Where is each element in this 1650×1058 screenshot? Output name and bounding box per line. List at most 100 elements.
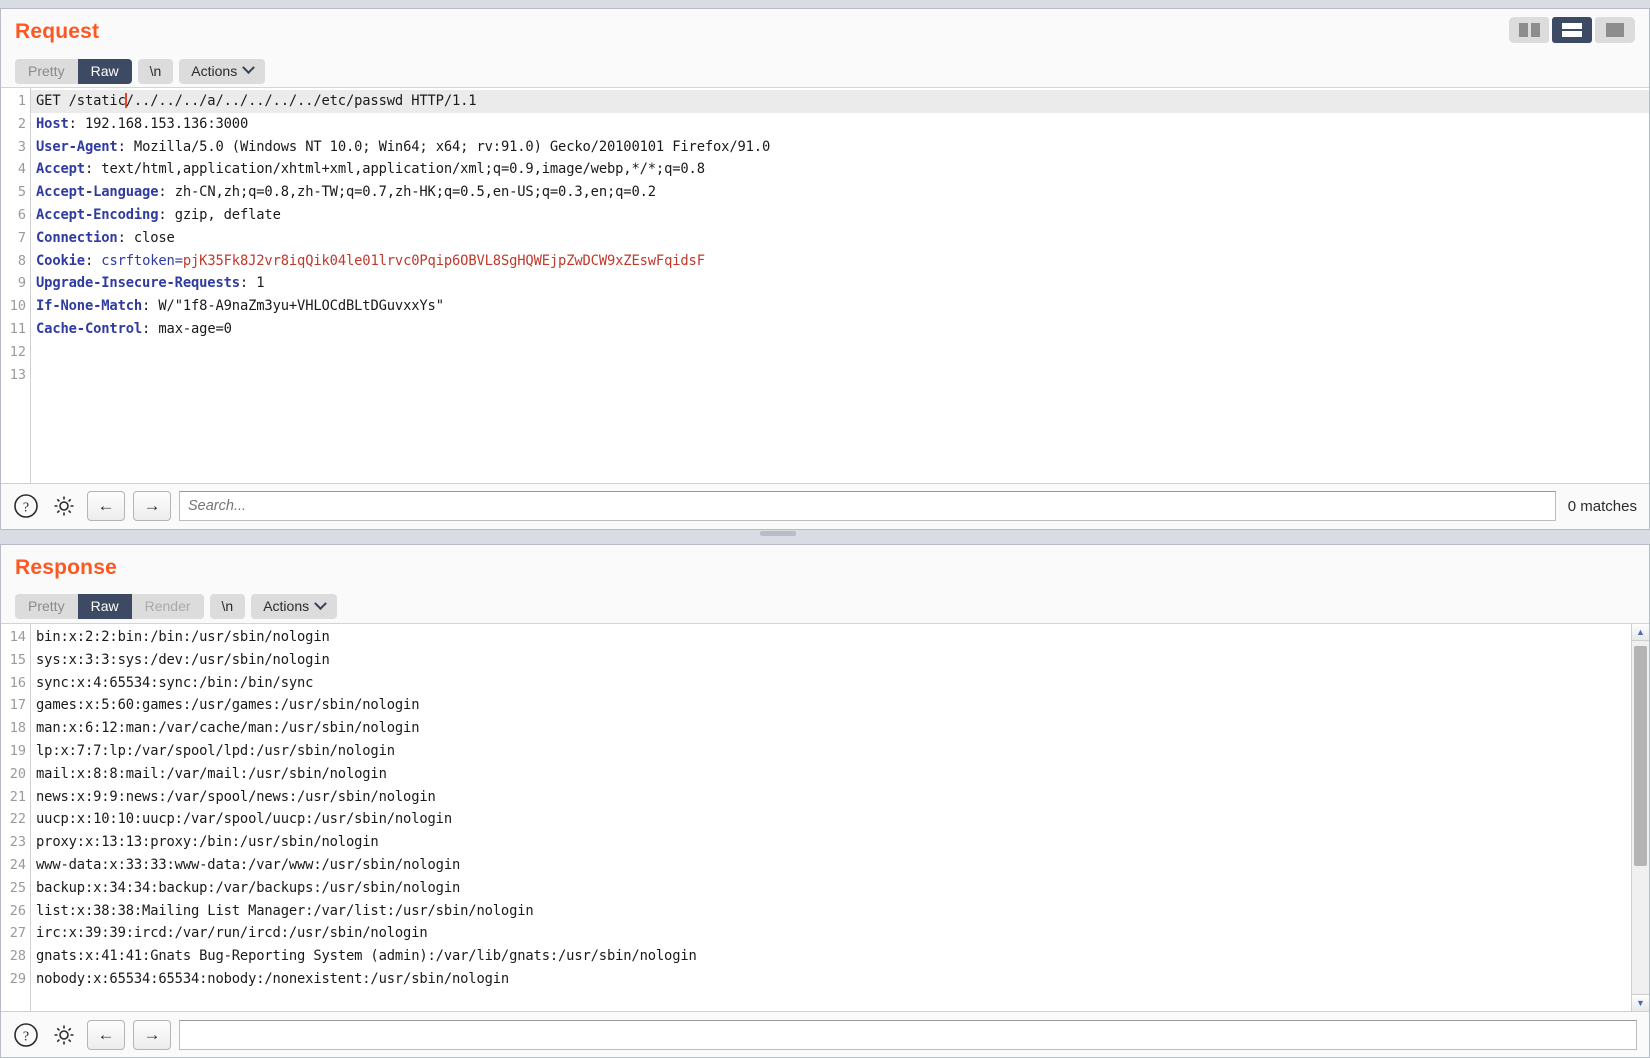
header-colon: : xyxy=(117,138,126,155)
header-colon: : xyxy=(239,275,249,292)
request-tab-raw[interactable]: Raw xyxy=(77,58,132,84)
header-name: Accept-Encoding xyxy=(36,206,159,223)
response-tab-pretty[interactable]: Pretty xyxy=(15,594,78,619)
request-header-line: Accept: text/html,application/xhtml+xml,… xyxy=(31,158,1649,181)
burp-repeater-window: Request Pretty Raw \n Actions 1 2 3 4 5 … xyxy=(0,0,1650,1058)
request-header-line: Host: 192.168.153.136:3000 xyxy=(31,113,1649,136)
line-number: 19 xyxy=(9,742,26,759)
response-editor[interactable]: 14 15 16 17 18 19 20 21 22 23 24 25 26 2… xyxy=(1,622,1649,1011)
response-actions-label: Actions xyxy=(263,598,310,615)
request-tabbar: Pretty Raw \n Actions xyxy=(1,55,1649,87)
request-header-line: User-Agent: Mozilla/5.0 (Windows NT 10.0… xyxy=(31,136,1649,159)
request-search-input[interactable] xyxy=(179,491,1556,522)
chevron-down-icon xyxy=(242,61,256,75)
response-panel-header: Response xyxy=(1,545,1649,591)
line-number: 6 xyxy=(17,206,26,223)
cookie-name: csrftoken= xyxy=(93,252,183,269)
scroll-down-arrow-icon[interactable]: ▼ xyxy=(1632,994,1649,1011)
request-header-line: Accept-Encoding: gzip, deflate xyxy=(31,204,1649,227)
line-number: 13 xyxy=(9,366,26,383)
request-header-line: Connection: close xyxy=(31,227,1649,250)
header-value: max-age=0 xyxy=(150,320,232,337)
request-line-gutter: 1 2 3 4 5 6 7 8 9 10 11 12 13 xyxy=(1,88,31,483)
panel-splitter[interactable] xyxy=(0,529,1650,538)
line-number: 12 xyxy=(9,343,26,360)
request-findbar: ? ← → 0 matches xyxy=(1,482,1649,529)
line-number: 23 xyxy=(9,834,26,851)
header-colon: : xyxy=(158,206,167,223)
header-name: Cache-Control xyxy=(36,320,143,337)
line-number: 14 xyxy=(9,628,26,645)
scrollbar-thumb[interactable] xyxy=(1634,645,1647,866)
chevron-down-icon xyxy=(314,597,327,610)
side-by-side-layout-button[interactable] xyxy=(1509,17,1549,43)
line-number: 16 xyxy=(9,674,26,691)
line-number: 4 xyxy=(17,161,26,178)
response-view-tabs: Pretty Raw Render xyxy=(15,594,204,620)
request-tab-pretty[interactable]: Pretty xyxy=(15,59,78,84)
header-value: gzip, deflate xyxy=(166,206,281,223)
response-actions-button[interactable]: Actions xyxy=(251,594,338,620)
header-value: W/"1f8-A9naZm3yu+VHLOCdBLtDGuvxxYs" xyxy=(150,298,444,315)
header-name: If-None-Match xyxy=(36,298,143,315)
response-line-gutter: 14 15 16 17 18 19 20 21 22 23 24 25 26 2… xyxy=(1,623,31,1011)
request-actions-button[interactable]: Actions xyxy=(179,58,266,84)
request-newline-toggle[interactable]: \n xyxy=(137,58,174,84)
header-value: 192.168.153.136:3000 xyxy=(76,115,249,132)
line-number: 26 xyxy=(9,902,26,919)
response-newline-toggle[interactable]: \n xyxy=(209,594,246,620)
gear-icon[interactable] xyxy=(49,1020,79,1050)
window-top-edge xyxy=(0,0,1650,4)
line-number: 5 xyxy=(17,184,26,201)
request-panel-header: Request xyxy=(1,9,1649,55)
header-value: zh-CN,zh;q=0.8,zh-TW;q=0.7,zh-HK;q=0.5,e… xyxy=(166,184,656,201)
single-pane-layout-button[interactable] xyxy=(1595,17,1635,43)
question-mark-icon[interactable]: ? xyxy=(11,491,41,521)
question-mark-icon[interactable]: ? xyxy=(11,1020,41,1050)
line-number: 9 xyxy=(17,275,26,292)
header-colon: : xyxy=(142,320,151,337)
response-search-input[interactable] xyxy=(179,1019,1637,1050)
svg-text:?: ? xyxy=(23,1029,29,1044)
response-tab-raw[interactable]: Raw xyxy=(77,594,132,620)
response-line: news:x:9:9:news:/var/spool/news:/usr/sbi… xyxy=(36,788,436,805)
request-match-count: 0 matches xyxy=(1567,497,1637,515)
layout-pane-icon xyxy=(1562,23,1582,29)
response-tab-render: Render xyxy=(144,598,191,615)
response-line: bin:x:2:2:bin:/bin:/usr/sbin/nologin xyxy=(36,628,330,645)
header-colon: : xyxy=(84,161,94,178)
request-code-area[interactable]: GET /static/../../../a/../../../../etc/p… xyxy=(31,88,1649,483)
line-number: 20 xyxy=(9,765,26,782)
request-header-line: Accept-Language: zh-CN,zh;q=0.8,zh-TW;q=… xyxy=(31,181,1649,204)
line-number: 27 xyxy=(9,925,26,942)
line-number: 8 xyxy=(17,252,26,269)
find-next-button[interactable]: → xyxy=(133,491,171,522)
splitter-grip[interactable] xyxy=(760,530,796,536)
line-number: 17 xyxy=(9,697,26,714)
response-line: lp:x:7:7:lp:/var/spool/lpd:/usr/sbin/nol… xyxy=(36,742,395,759)
response-title: Response xyxy=(15,555,117,579)
find-previous-button[interactable]: ← xyxy=(87,491,125,522)
find-previous-button[interactable]: ← xyxy=(87,1019,125,1050)
line-number: 10 xyxy=(9,298,26,315)
find-next-button[interactable]: → xyxy=(133,1019,171,1050)
response-line: man:x:6:12:man:/var/cache/man:/usr/sbin/… xyxy=(36,720,420,737)
request-actions-label: Actions xyxy=(191,62,238,79)
gear-icon[interactable] xyxy=(49,491,79,521)
stacked-layout-button[interactable] xyxy=(1552,17,1592,43)
response-line: sys:x:3:3:sys:/dev:/usr/sbin/nologin xyxy=(36,651,330,668)
request-panel: Request Pretty Raw \n Actions 1 2 3 4 5 … xyxy=(0,8,1650,530)
line-number: 2 xyxy=(17,115,26,132)
scroll-up-arrow-icon[interactable]: ▲ xyxy=(1632,623,1649,641)
layout-switcher[interactable] xyxy=(1509,17,1635,43)
request-editor[interactable]: 1 2 3 4 5 6 7 8 9 10 11 12 13 GET /stati… xyxy=(1,87,1649,483)
request-blank-line xyxy=(31,364,1649,387)
svg-text:?: ? xyxy=(23,501,29,516)
response-vertical-scrollbar[interactable]: ▲ ▼ xyxy=(1631,623,1649,1011)
response-code-area[interactable]: bin:x:2:2:bin:/bin:/usr/sbin/nologin sys… xyxy=(31,624,1649,1011)
response-findbar: ? ← → xyxy=(1,1011,1649,1057)
layout-pane-icon xyxy=(1530,23,1540,37)
cookie-value: pjK35Fk8J2vr8iqQik04le01lrvc0Pqip6OBVL8S… xyxy=(182,252,705,269)
response-line: nobody:x:65534:65534:nobody:/nonexistent… xyxy=(36,970,510,987)
request-method-path-post: /../../../a/../../../../etc/passwd HTTP/… xyxy=(125,93,477,109)
